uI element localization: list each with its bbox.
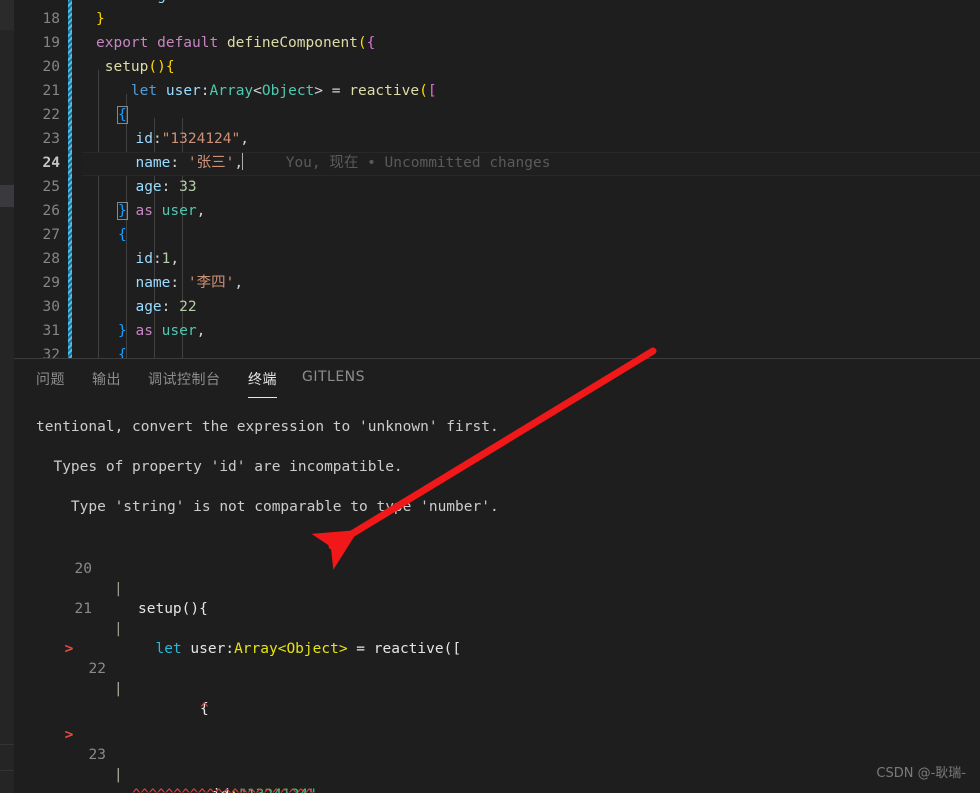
tab-terminal[interactable]: 终端 (248, 369, 277, 398)
git-change-marker (68, 152, 72, 176)
git-change-marker (68, 272, 72, 296)
activity-bar-strip (0, 0, 14, 793)
editor-line-31[interactable]: 31 } as user, (14, 320, 980, 344)
tab-problems[interactable]: 问题 (36, 369, 65, 389)
line-number: 28 (42, 251, 60, 267)
git-change-marker (68, 296, 72, 320)
terminal-line-number: 21 (74, 601, 92, 617)
strip-divider-lower (0, 770, 14, 771)
editor-line-23[interactable]: 23 id:"1324124", (14, 128, 980, 152)
terminal-message: tentional, convert the expression to 'un… (36, 419, 499, 435)
line-number: 20 (42, 59, 60, 75)
line-number: 19 (42, 35, 60, 51)
editor-line-24[interactable]: 24 name: '张三', You, 现在 • Uncommitted cha… (14, 152, 980, 176)
terminal-message: Type 'string' is not comparable to type … (36, 499, 499, 515)
code-editor[interactable]: 17 age: number 18 } 19 export default de… (14, 0, 980, 358)
editor-line-29[interactable]: 29 name: '李四', (14, 272, 980, 296)
terminal-message-row: Types of property 'id' are incompatible. (14, 457, 980, 477)
git-change-marker (68, 248, 72, 272)
git-change-marker (68, 320, 72, 344)
editor-line-25[interactable]: 25 age: 33 (14, 176, 980, 200)
git-change-marker (68, 8, 72, 32)
terminal-squiggle-row: | ^^^^^^^^^^^^^^^^^^^^^^ (14, 745, 980, 793)
git-change-marker (68, 104, 72, 128)
terminal-squiggle-row: | ^ (114, 681, 209, 717)
git-change-marker (68, 224, 72, 248)
line-number: 32 (42, 347, 60, 358)
terminal-code-row: 21 | let user:Array<Object> = reactive([ (14, 579, 980, 657)
line-number: 31 (42, 323, 60, 339)
editor-line-19[interactable]: 19 export default defineComponent({ (14, 32, 980, 56)
tab-debug-console[interactable]: 调试控制台 (148, 369, 221, 389)
error-chevron-icon: > (64, 727, 74, 743)
gitlens-blame-annotation[interactable]: You, 现在 • Uncommitted changes (286, 155, 551, 171)
terminal-message-row: Type 'string' is not comparable to type … (14, 497, 980, 517)
line-number-active: 24 (42, 155, 60, 171)
editor-line-18[interactable]: 18 } (14, 8, 980, 32)
editor-line-20[interactable]: 20 setup(){ (14, 56, 980, 80)
terminal-code-row: > 23 | id:"1324124", (14, 705, 980, 793)
editor-line-22[interactable]: 22 { (14, 104, 980, 128)
strip-segment-highlight[interactable] (0, 185, 14, 207)
line-number: 27 (42, 227, 60, 243)
tab-gitlens[interactable]: GITLENS (302, 369, 365, 385)
editor-line-21[interactable]: 21 let user:Array<Object> = reactive([ (14, 80, 980, 104)
panel-tab-bar: 问题 输出 调试控制台 终端 GITLENS (14, 359, 980, 399)
error-chevron-icon: > (64, 641, 74, 657)
line-number: 25 (42, 179, 60, 195)
strip-segment-top (0, 0, 14, 30)
terminal-line-number: 20 (74, 561, 92, 577)
editor-line-32[interactable]: 32 { (14, 344, 980, 358)
terminal-message: Types of property 'id' are incompatible. (36, 459, 403, 475)
line-number: 18 (42, 11, 60, 27)
terminal-code-row: > 24 | name: '张三', (14, 785, 980, 793)
line-number: 29 (42, 275, 60, 291)
editor-line-28[interactable]: 28 id:1, (14, 248, 980, 272)
git-change-marker (68, 200, 72, 224)
git-change-marker (68, 344, 72, 358)
line-number: 22 (42, 107, 60, 123)
vscode-window: 17 age: number 18 } 19 export default de… (0, 0, 980, 793)
line-number: 23 (42, 131, 60, 147)
terminal-code-row: > 22 | { (14, 619, 980, 717)
git-change-marker (68, 56, 72, 80)
editor-line-26[interactable]: 26 } as user, (14, 200, 980, 224)
tab-output[interactable]: 输出 (92, 369, 121, 389)
terminal-output[interactable]: tentional, convert the expression to 'un… (14, 407, 980, 793)
terminal-message-row: tentional, convert the expression to 'un… (14, 417, 980, 437)
editor-line-27[interactable]: 27 { (14, 224, 980, 248)
git-change-marker (68, 176, 72, 200)
line-number: 30 (42, 299, 60, 315)
bottom-panel: 问题 输出 调试控制台 终端 GITLENS tentional, conver… (14, 358, 980, 793)
line-number: 21 (42, 83, 60, 99)
git-change-marker (68, 128, 72, 152)
line-number: 26 (42, 203, 60, 219)
editor-line-30[interactable]: 30 age: 22 (14, 296, 980, 320)
git-change-marker (68, 32, 72, 56)
strip-divider-upper (0, 744, 14, 745)
watermark: CSDN @-耿瑞- (876, 766, 966, 781)
terminal-code-row: 20 | setup(){ (14, 539, 980, 617)
git-change-marker (68, 80, 72, 104)
